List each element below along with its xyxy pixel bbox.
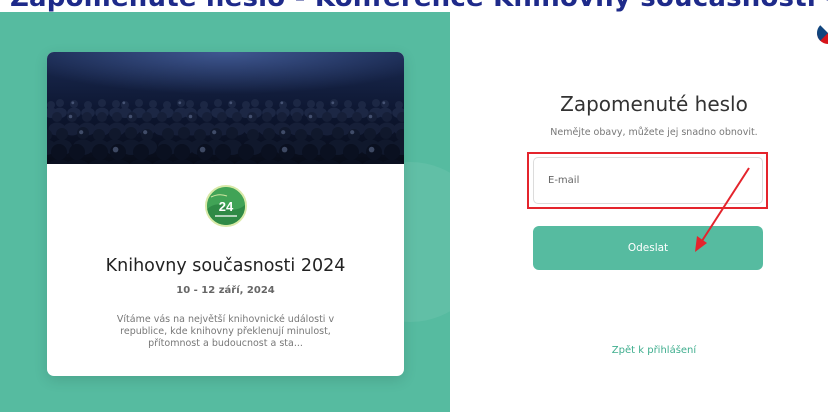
event-description: Vítáme vás na největší knihovnické událo… <box>116 314 335 349</box>
event-card[interactable]: 24 Knihovny současnosti 2024 10 - 12 zář… <box>47 52 404 376</box>
clipped-heading: Zapomenuté heslo - Konference Knihovny s… <box>0 0 828 12</box>
left-panel: 24 Knihovny současnosti 2024 10 - 12 zář… <box>0 12 450 412</box>
back-to-login-link[interactable]: Zpět k přihlášení <box>450 345 828 356</box>
page-title: Zapomenuté heslo <box>560 92 748 116</box>
submit-button[interactable]: Odeslat <box>533 226 763 270</box>
event-logo: 24 <box>205 185 247 227</box>
clipped-heading-text: Zapomenuté heslo - Konference Knihovny s… <box>10 0 828 12</box>
event-title: Knihovny současnosti 2024 <box>105 256 346 276</box>
czech-flag-icon[interactable] <box>817 22 828 44</box>
email-input[interactable] <box>533 157 763 204</box>
conference-audience-photo <box>47 52 404 164</box>
event-logo-number: 24 <box>218 199 234 214</box>
page-subtitle: Nemějte obavy, můžete jej snadno obnovit… <box>550 127 758 138</box>
event-date: 10 - 12 září, 2024 <box>176 285 275 296</box>
